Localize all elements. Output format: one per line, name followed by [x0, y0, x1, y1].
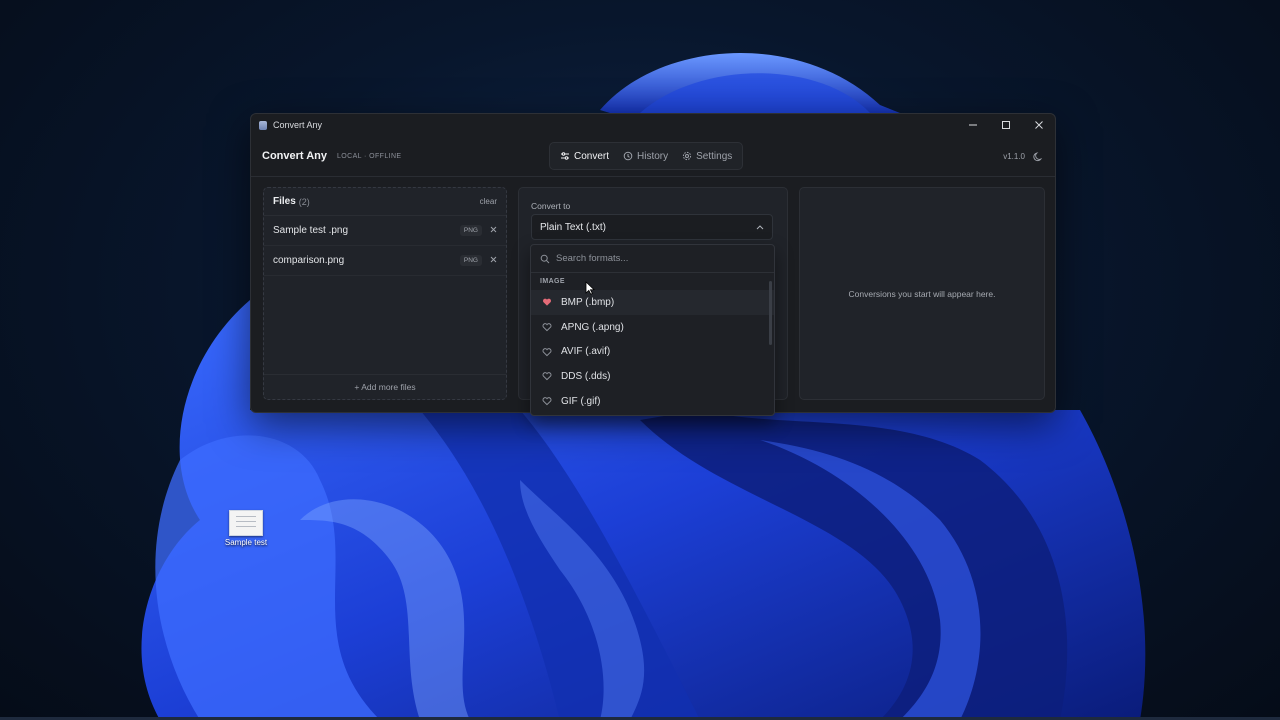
files-panel[interactable]: Files (2) clear Sample test .png PNG com… — [263, 187, 507, 400]
heart-outline-icon[interactable] — [542, 371, 552, 381]
files-title: Files — [273, 196, 296, 207]
file-type-badge: PNG — [459, 225, 482, 236]
minimize-button[interactable] — [956, 114, 989, 136]
version-label: v1.1.0 — [1003, 151, 1025, 161]
clear-files-button[interactable]: clear — [480, 197, 497, 206]
file-thumbnail-icon — [229, 510, 263, 536]
maximize-button[interactable] — [989, 114, 1022, 136]
format-select[interactable]: Plain Text (.txt) — [531, 214, 773, 240]
close-icon — [1034, 121, 1043, 129]
results-panel: Conversions you start will appear here. — [799, 187, 1045, 400]
remove-file-button[interactable] — [490, 255, 497, 266]
format-option-label: APNG (.apng) — [561, 321, 624, 333]
format-dropdown: Search formats... IMAGE BMP (.bmp) APNG … — [530, 244, 775, 416]
close-icon — [490, 256, 497, 263]
heart-filled-icon[interactable] — [542, 297, 552, 307]
app-brand: Convert Any — [262, 150, 327, 162]
file-row: Sample test .png PNG — [264, 216, 506, 246]
gear-icon — [683, 151, 692, 161]
close-button[interactable] — [1022, 114, 1055, 136]
file-name: comparison.png — [273, 255, 345, 266]
title-bar[interactable]: Convert Any — [251, 114, 1055, 136]
heart-outline-icon[interactable] — [542, 347, 552, 357]
app-icon — [259, 120, 267, 130]
app-header: Convert Any LOCAL · OFFLINE Convert Hist… — [251, 136, 1055, 177]
format-option-dds[interactable]: DDS (.dds) — [531, 364, 774, 389]
desktop-file-sample-test[interactable]: Sample test — [218, 506, 274, 547]
moon-icon[interactable] — [1033, 151, 1044, 162]
window-controls — [956, 114, 1055, 136]
format-option-label: GIF (.gif) — [561, 395, 601, 407]
selected-format: Plain Text (.txt) — [540, 221, 606, 233]
file-type-badge: PNG — [459, 255, 482, 266]
add-more-files-button[interactable]: + Add more files — [264, 374, 506, 399]
file-name: Sample test .png — [273, 225, 349, 236]
tab-convert-label: Convert — [574, 150, 610, 162]
remove-file-button[interactable] — [490, 225, 497, 236]
chevron-up-icon — [756, 225, 764, 230]
header-right: v1.1.0 — [1003, 151, 1044, 162]
format-group-label: IMAGE — [540, 278, 565, 285]
tab-settings[interactable]: Settings — [675, 146, 739, 166]
files-count: (2) — [298, 196, 310, 207]
tab-settings-label: Settings — [696, 150, 733, 162]
search-icon — [540, 254, 550, 263]
desktop-icon-label: Sample test — [224, 538, 268, 547]
history-icon — [623, 151, 633, 161]
format-option-label: DDS (.dds) — [561, 370, 611, 382]
format-option-avif[interactable]: AVIF (.avif) — [531, 339, 774, 364]
window-title: Convert Any — [273, 120, 323, 130]
tab-history[interactable]: History — [616, 146, 675, 166]
format-option-bmp[interactable]: BMP (.bmp) — [531, 290, 774, 315]
convert-to-label: Convert to — [531, 201, 571, 211]
format-search-input[interactable]: Search formats... — [531, 245, 774, 273]
close-icon — [490, 226, 497, 233]
results-empty-text: Conversions you start will appear here. — [848, 288, 996, 299]
sliders-icon — [561, 152, 569, 160]
mouse-cursor-icon — [585, 281, 595, 295]
format-option-apng[interactable]: APNG (.apng) — [531, 315, 774, 340]
search-placeholder: Search formats... — [556, 253, 629, 264]
heart-outline-icon[interactable] — [542, 396, 552, 406]
tab-history-label: History — [637, 150, 669, 162]
files-header: Files (2) clear — [264, 188, 506, 216]
app-window: Convert Any Convert Any LOCAL · OFFLINE … — [250, 113, 1056, 416]
heart-outline-icon[interactable] — [542, 322, 552, 332]
nav-tabs: Convert History Settings — [549, 142, 744, 170]
format-option-gif[interactable]: GIF (.gif) — [531, 389, 774, 414]
tab-convert[interactable]: Convert — [553, 146, 616, 166]
dropdown-scrollbar[interactable] — [769, 281, 772, 345]
brand-subtitle: LOCAL · OFFLINE — [337, 152, 402, 160]
maximize-icon — [1001, 121, 1010, 129]
format-option-label: BMP (.bmp) — [561, 296, 615, 308]
format-option-label: AVIF (.avif) — [561, 346, 611, 358]
minimize-icon — [968, 124, 977, 126]
file-row: comparison.png PNG — [264, 246, 506, 276]
